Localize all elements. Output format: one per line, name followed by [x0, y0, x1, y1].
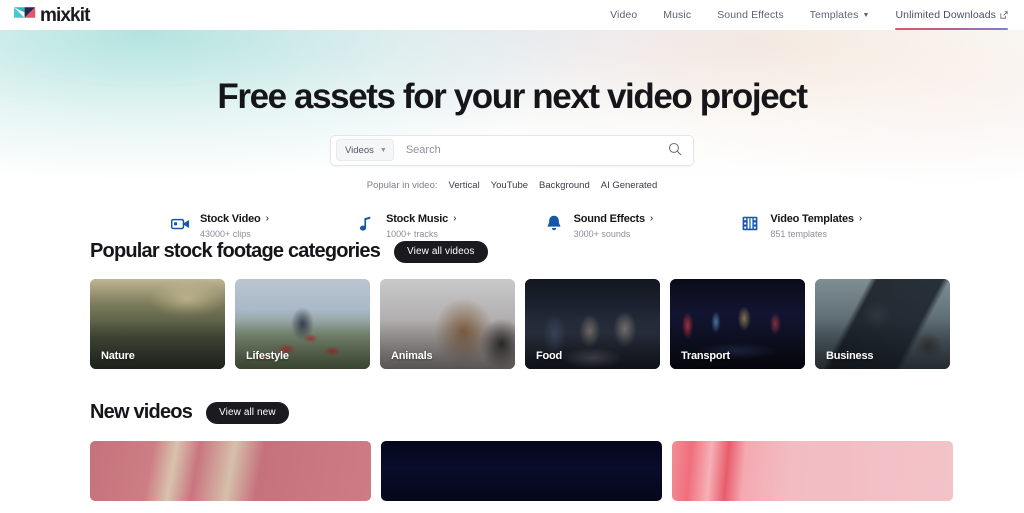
popular-link-ai-generated[interactable]: AI Generated — [601, 180, 658, 191]
search-icon — [668, 142, 682, 159]
chevron-right-icon: › — [649, 213, 654, 225]
category-card-transport[interactable]: Transport — [670, 279, 805, 369]
brand-name: mixkit — [40, 4, 90, 26]
hero-section: Free assets for your next video project … — [0, 30, 1024, 240]
category-card-animals[interactable]: Animals — [380, 279, 515, 369]
active-nav-underline — [895, 27, 1008, 30]
popular-link-vertical[interactable]: Vertical — [449, 180, 480, 191]
bell-icon — [544, 213, 564, 235]
new-videos-section-title: New videos — [90, 401, 193, 423]
search-category-select[interactable]: Videos ▼ — [336, 139, 394, 161]
new-video-thumbnail-3[interactable] — [672, 441, 953, 501]
brand-logo[interactable]: mixkit — [14, 6, 90, 25]
quicklink-sound-effects-sub: 3000+ sounds — [573, 229, 631, 240]
new-video-thumbnail-2[interactable] — [381, 441, 662, 501]
category-card-label: Transport — [681, 350, 730, 362]
category-card-nature[interactable]: Nature — [90, 279, 225, 369]
categories-section-title: Popular stock footage categories — [90, 240, 381, 262]
quicklink-stock-video-text: Stock Video › 43000+ clips — [200, 213, 269, 240]
quicklink-video-templates[interactable]: Video Templates › 851 templates — [740, 213, 862, 240]
new-videos-section-header: New videos View all new — [90, 401, 934, 424]
quicklink-video-templates-title: Video Templates — [770, 212, 854, 225]
new-videos-grid — [90, 441, 953, 501]
quicklink-sound-effects[interactable]: Sound Effects › 3000+ sounds — [544, 213, 654, 240]
quicklink-video-templates-title-row: Video Templates › — [770, 213, 862, 227]
video-camera-icon — [170, 213, 190, 235]
popular-link-background[interactable]: Background — [539, 180, 590, 191]
quicklink-video-templates-sub: 851 templates — [770, 229, 827, 240]
category-card-grid: Nature Lifestyle Animals Food Transport … — [90, 279, 950, 369]
nav-item-music-label: Music — [663, 9, 692, 21]
popular-in-video-row: Popular in video: Vertical YouTube Backg… — [0, 180, 1024, 191]
nav-item-sound-effects-label: Sound Effects — [717, 9, 784, 21]
quicklink-stock-music[interactable]: Stock Music › 1000+ tracks — [356, 213, 456, 240]
quicklink-stock-video[interactable]: Stock Video › 43000+ clips — [170, 213, 269, 240]
nav-item-music[interactable]: Music — [663, 0, 691, 30]
category-card-business[interactable]: Business — [815, 279, 950, 369]
category-card-label: Lifestyle — [246, 350, 289, 362]
nav-item-templates[interactable]: Templates ▼ — [810, 0, 870, 30]
quicklink-stock-music-text: Stock Music › 1000+ tracks — [386, 213, 456, 240]
search-input[interactable] — [393, 144, 665, 156]
category-card-food[interactable]: Food — [525, 279, 660, 369]
nav-item-sound-effects[interactable]: Sound Effects — [717, 0, 783, 30]
category-card-label: Food — [536, 350, 563, 362]
music-note-icon — [356, 213, 376, 235]
search-category-label: Videos — [345, 144, 374, 156]
quicklink-stock-video-title: Stock Video — [200, 212, 261, 225]
page-title: Free assets for your next video project — [217, 77, 808, 116]
nav-item-templates-label: Templates — [809, 9, 859, 21]
category-card-label: Business — [826, 350, 874, 362]
main-content: Popular stock footage categories View al… — [0, 240, 1024, 501]
film-strip-icon — [740, 213, 760, 235]
chevron-down-icon: ▼ — [379, 146, 387, 154]
categories-section-header: Popular stock footage categories View al… — [90, 240, 934, 263]
search-submit-button[interactable] — [665, 140, 685, 160]
quicklink-stock-video-title-row: Stock Video › — [200, 213, 269, 227]
view-all-new-button[interactable]: View all new — [206, 401, 289, 424]
quicklink-stock-music-title-row: Stock Music › — [386, 213, 456, 227]
quicklink-sound-effects-title-row: Sound Effects › — [574, 213, 654, 227]
quicklink-sound-effects-title: Sound Effects — [573, 212, 646, 225]
quicklink-stock-music-sub: 1000+ tracks — [386, 229, 438, 240]
category-card-label: Animals — [391, 350, 433, 362]
external-link-icon — [1000, 10, 1008, 22]
chevron-down-icon: ▼ — [862, 11, 870, 19]
nav-item-unlimited-downloads-label: Unlimited Downloads — [895, 9, 996, 21]
chevron-right-icon: › — [858, 213, 862, 225]
chevron-right-icon: › — [265, 213, 269, 225]
nav-item-video-label: Video — [610, 9, 638, 21]
quick-links-row: Stock Video › 43000+ clips Stock Music ›… — [162, 213, 862, 240]
popular-in-video-label: Popular in video: — [366, 179, 438, 191]
category-card-label: Nature — [101, 350, 135, 362]
new-video-thumbnail-1[interactable] — [90, 441, 371, 501]
category-card-lifestyle[interactable]: Lifestyle — [235, 279, 370, 369]
search-bar: Videos ▼ — [330, 134, 694, 166]
nav-item-unlimited-downloads[interactable]: Unlimited Downloads — [895, 0, 1008, 30]
popular-link-youtube[interactable]: YouTube — [491, 180, 528, 191]
quicklink-stock-video-sub: 43000+ clips — [200, 229, 251, 240]
nav-item-video[interactable]: Video — [610, 0, 637, 30]
view-all-videos-button[interactable]: View all videos — [394, 240, 488, 263]
quicklink-stock-music-title: Stock Music — [386, 212, 449, 225]
quicklink-sound-effects-text: Sound Effects › 3000+ sounds — [574, 213, 654, 240]
new-videos-section: New videos View all new — [90, 401, 953, 501]
top-navigation-bar: mixkit Video Music Sound Effects Templat… — [0, 0, 1024, 30]
chevron-right-icon: › — [453, 213, 457, 225]
mixkit-logo-icon — [14, 6, 36, 24]
nav-links: Video Music Sound Effects Templates ▼ Un… — [610, 0, 1008, 30]
quicklink-video-templates-text: Video Templates › 851 templates — [770, 213, 862, 240]
